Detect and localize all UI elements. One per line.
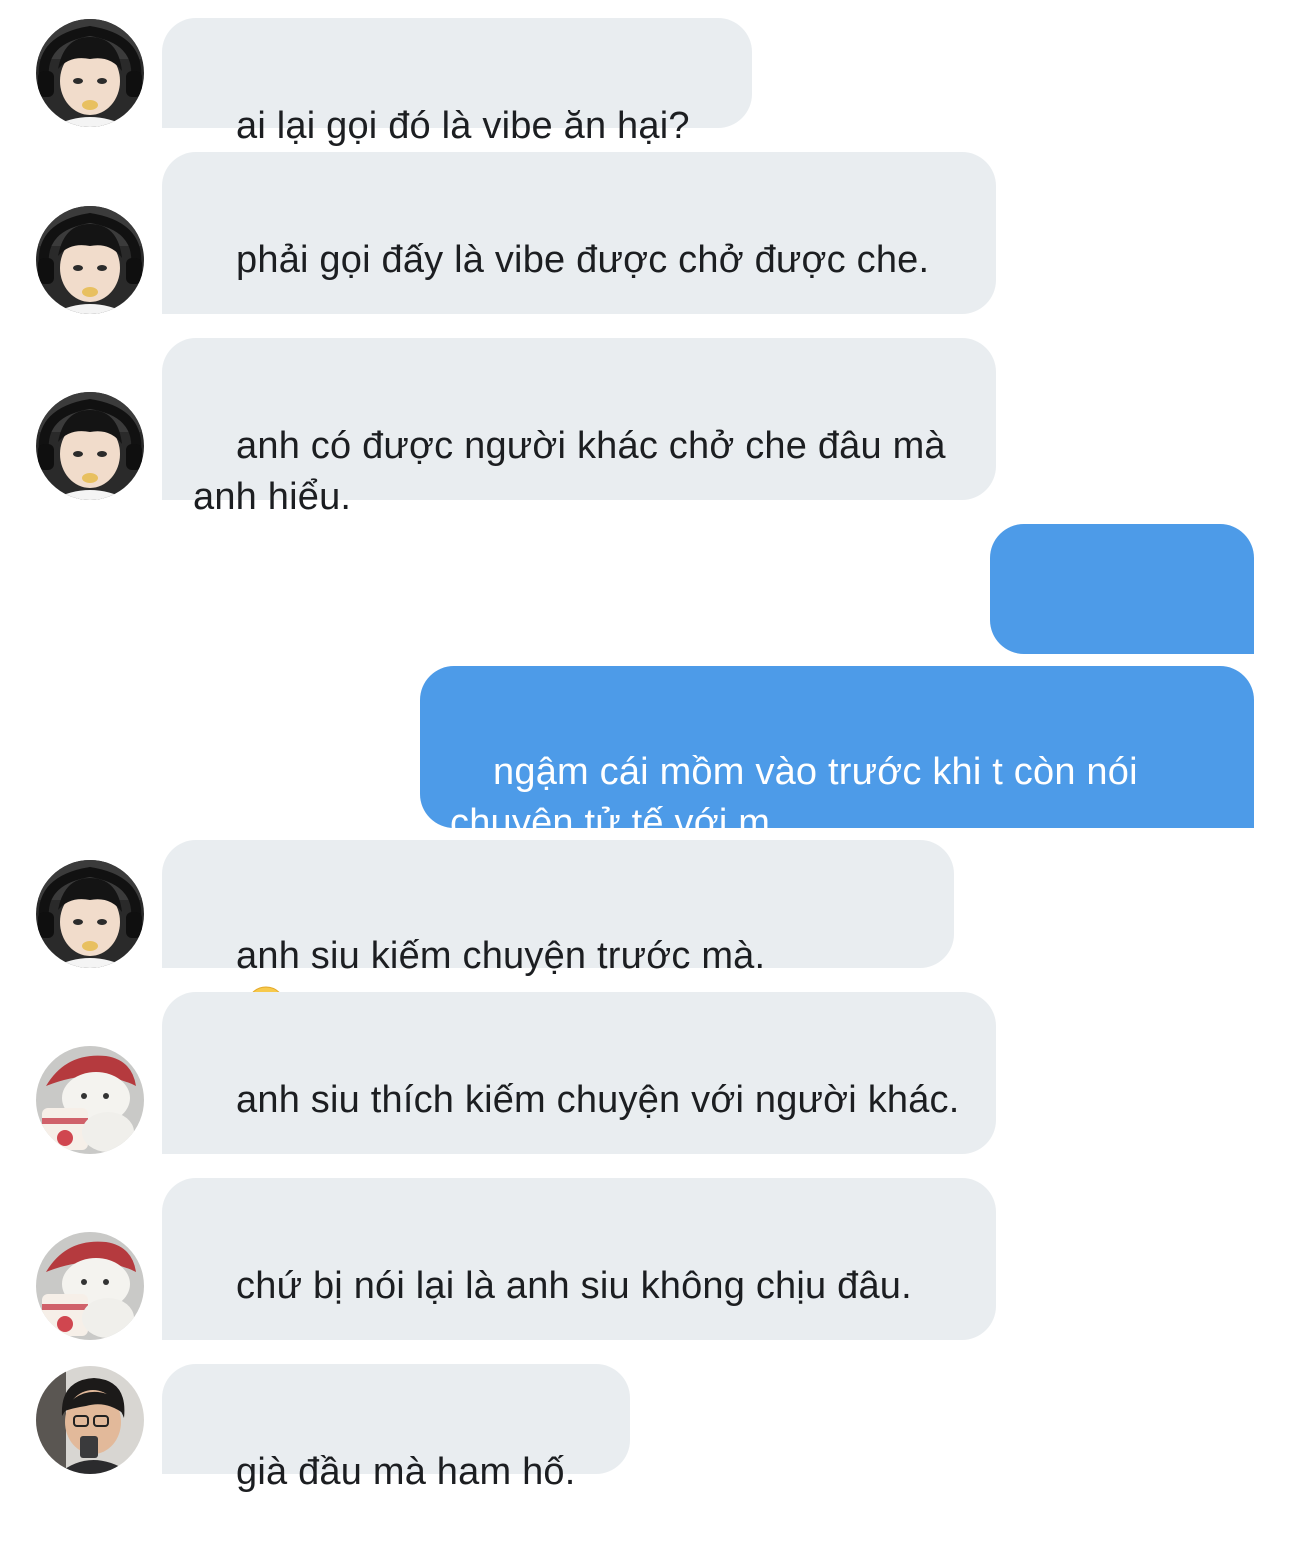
message-text: già đầu mà ham hố. [236,1451,576,1493]
message-row: chứ bị nói lại là anh siu không chịu đâu… [0,1178,1290,1340]
message-bubble-incoming[interactable]: anh siu kiếm chuyện trước mà. [162,840,954,968]
message-bubble-incoming[interactable]: ai lại gọi đó là vibe ăn hại? [162,18,752,147]
avatar-cartoon-bear[interactable] [36,1232,144,1340]
message-row: phải gọi đấy là vibe được chở được che. [0,152,1290,314]
avatar-boy-glasses[interactable] [36,1366,144,1474]
message-text: chứ bị nói lại là anh siu không chịu đâu… [236,1265,912,1307]
avatar-cartoon-bear-image [36,1232,144,1340]
avatar-boy-headphones-image [36,19,144,127]
avatar-boy-headphones[interactable] [36,860,144,968]
avatar-boy-headphones-image [36,206,144,314]
message-text: phải gọi đấy là vibe được chở được che. [236,239,930,281]
message-row [0,524,1290,654]
message-text: ai lại gọi đó là vibe ăn hại? [236,105,690,147]
message-bubble-incoming[interactable]: già đầu mà ham hố. [162,1364,630,1493]
avatar-boy-headphones[interactable] [36,19,144,127]
message-text: anh siu kiếm chuyện trước mà. [236,935,766,977]
message-row: anh siu kiếm chuyện trước mà. [0,840,1290,968]
message-row: già đầu mà ham hố. [0,1364,1290,1493]
avatar-cartoon-bear[interactable] [36,1046,144,1154]
message-bubble-incoming[interactable]: anh có được người khác chở che đâu mà an… [162,338,996,518]
message-bubble-outgoing[interactable]: ngậm cái mồm vào trước khi t còn nói chu… [420,666,1254,844]
avatar-boy-headphones[interactable] [36,392,144,500]
avatar-boy-glasses-image [36,1366,144,1474]
message-row: ai lại gọi đó là vibe ăn hại? [0,18,1290,147]
message-text: anh có được người khác chở che đâu mà an… [193,425,957,518]
message-text: ngậm cái mồm vào trước khi t còn nói chu… [450,751,1149,844]
message-bubble-incoming[interactable]: chứ bị nói lại là anh siu không chịu đâu… [162,1178,996,1340]
message-row: ngậm cái mồm vào trước khi t còn nói chu… [0,666,1290,844]
message-bubble-incoming[interactable]: anh siu thích kiếm chuyện với người khác… [162,992,996,1154]
message-bubble-incoming[interactable]: phải gọi đấy là vibe được chở được che. [162,152,996,314]
avatar-cartoon-bear-image [36,1046,144,1154]
message-row: anh siu thích kiếm chuyện với người khác… [0,992,1290,1154]
message-text: anh siu thích kiếm chuyện với người khác… [236,1079,960,1121]
message-bubble-outgoing[interactable] [990,524,1254,654]
avatar-boy-headphones-image [36,860,144,968]
message-row: anh có được người khác chở che đâu mà an… [0,338,1290,518]
avatar-boy-headphones[interactable] [36,206,144,314]
avatar-boy-headphones-image [36,392,144,500]
